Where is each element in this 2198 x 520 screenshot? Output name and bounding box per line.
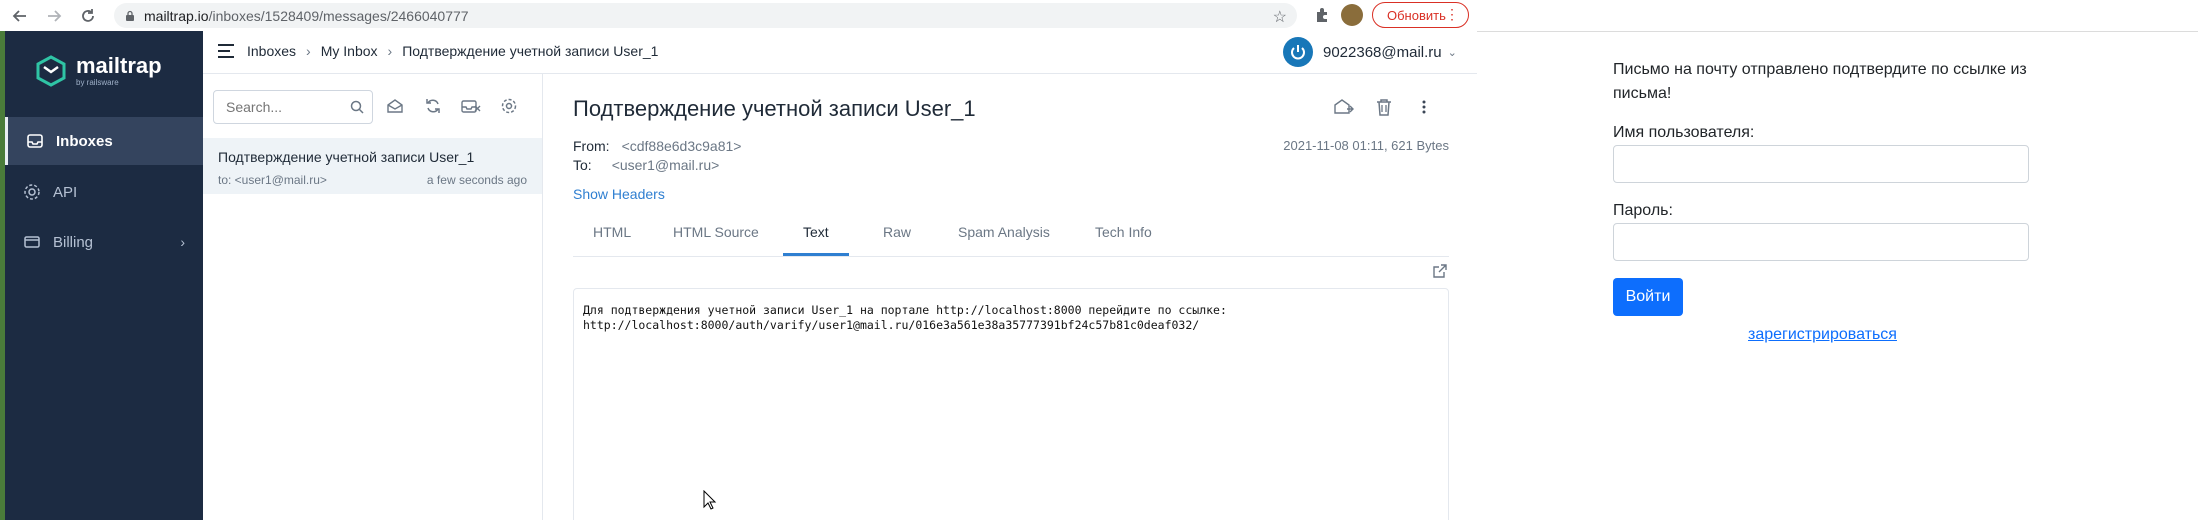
- settings-gear-icon[interactable]: [499, 96, 519, 116]
- from-value: <cdf88e6d3c9a81>: [621, 138, 742, 154]
- chevron-right-icon: ›: [180, 234, 185, 250]
- mailtrap-logo-icon: [36, 55, 66, 87]
- credit-card-icon: [23, 233, 41, 251]
- bookmark-star-icon[interactable]: ☆: [1273, 7, 1287, 27]
- sidebar-item-api[interactable]: API: [5, 168, 203, 216]
- username-field[interactable]: [1613, 145, 2029, 183]
- mouse-cursor-icon: [703, 490, 717, 510]
- message-tabs: HTML HTML Source Text Raw Spam Analysis …: [573, 214, 1449, 257]
- sidebar-item-inboxes[interactable]: Inboxes: [5, 117, 206, 165]
- account-power-icon: [1283, 37, 1313, 67]
- mark-read-icon[interactable]: [385, 96, 405, 116]
- url-path: /inboxes/1528409/messages/2466040777: [208, 7, 469, 24]
- update-browser-button[interactable]: Обновить ⋮: [1372, 2, 1469, 28]
- url-host: mailtrap.io: [144, 7, 209, 24]
- mailtrap-logo[interactable]: mailtrap by railsware: [36, 52, 162, 87]
- login-page: Письмо на почту отправлено подтвердите п…: [1477, 0, 2198, 520]
- search-input[interactable]: [224, 98, 348, 116]
- gear-icon: [23, 183, 41, 201]
- tab-tech-info[interactable]: Tech Info: [1095, 224, 1152, 240]
- refresh-icon[interactable]: [423, 96, 443, 116]
- confirmation-notice: Письмо на почту отправлено подтвердите п…: [1613, 61, 2027, 102]
- reload-icon[interactable]: [74, 2, 102, 30]
- breadcrumb-separator: ›: [387, 43, 393, 59]
- message-subject: Подтверждение учетной записи User_1: [218, 149, 475, 165]
- more-options-icon[interactable]: [1413, 96, 1435, 118]
- login-button[interactable]: Войти: [1613, 278, 1683, 316]
- search-box[interactable]: [213, 90, 373, 124]
- message-recipient: to: <user1@mail.ru>: [218, 173, 327, 187]
- address-bar[interactable]: mailtrap.io/inboxes/1528409/messages/246…: [114, 3, 1297, 28]
- open-external-icon[interactable]: [1433, 264, 1447, 278]
- from-row: From: <cdf88e6d3c9a81>: [573, 138, 741, 154]
- message-body: Для подтверждения учетной записи User_1 …: [573, 288, 1449, 520]
- message-view: Подтверждение учетной записи User_1 From…: [543, 74, 1477, 520]
- breadcrumb-separator: ›: [306, 43, 311, 59]
- tab-raw[interactable]: Raw: [883, 224, 911, 240]
- clear-inbox-icon[interactable]: [461, 96, 481, 116]
- sidebar-item-label: API: [53, 183, 78, 201]
- menu-toggle-icon[interactable]: [217, 43, 235, 59]
- divider: [1477, 31, 2198, 32]
- tab-html-source[interactable]: HTML Source: [673, 224, 759, 240]
- active-tab-indicator: [783, 253, 849, 256]
- tab-text[interactable]: Text: [803, 224, 829, 240]
- lock-icon: [126, 10, 134, 21]
- url-text: mailtrap.io/inboxes/1528409/messages/246…: [144, 8, 469, 24]
- inbox-icon: [26, 132, 44, 150]
- desktop-background-strip: [0, 31, 5, 520]
- logo-text: mailtrap: [76, 52, 162, 78]
- tab-html[interactable]: HTML: [593, 224, 631, 240]
- password-field[interactable]: [1613, 223, 2029, 261]
- breadcrumb-my-inbox[interactable]: My Inbox: [321, 43, 378, 59]
- update-label: Обновить: [1387, 7, 1446, 23]
- sidebar: [0, 31, 203, 520]
- forward-mail-icon[interactable]: [1333, 96, 1355, 118]
- sidebar-item-billing[interactable]: Billing ›: [5, 218, 203, 266]
- profile-avatar[interactable]: [1341, 4, 1363, 26]
- extensions-puzzle-icon[interactable]: [1313, 6, 1331, 24]
- forward-icon[interactable]: [40, 2, 68, 30]
- back-icon[interactable]: [6, 2, 34, 30]
- message-list-panel: Подтверждение учетной записи User_1 to: …: [203, 74, 543, 520]
- browser-toolbar: mailtrap.io/inboxes/1528409/messages/246…: [0, 0, 1477, 32]
- breadcrumb-inboxes[interactable]: Inboxes: [247, 43, 296, 59]
- user-email: 9022368@mail.ru: [1323, 43, 1442, 61]
- search-icon: [350, 100, 364, 114]
- message-body-text: Для подтверждения учетной записи User_1 …: [583, 303, 1227, 333]
- to-value: <user1@mail.ru>: [611, 157, 720, 173]
- sidebar-item-label: Billing: [53, 233, 94, 251]
- user-menu[interactable]: 9022368@mail.ru ⌄: [1283, 37, 1457, 67]
- logo-subtitle: by railsware: [76, 77, 119, 87]
- chevron-down-icon: ⌄: [1447, 46, 1457, 59]
- register-link[interactable]: зарегистрироваться: [1748, 326, 1897, 344]
- breadcrumb-message: Подтверждение учетной записи User_1: [402, 43, 659, 59]
- message-time: a few seconds ago: [426, 173, 527, 187]
- more-vert-icon: ⋮: [1445, 6, 1459, 22]
- show-headers-link[interactable]: Show Headers: [573, 186, 665, 202]
- from-label: From:: [573, 138, 610, 154]
- breadcrumb: Inboxes › My Inbox › Подтверждение учетн…: [247, 43, 658, 59]
- to-label: To:: [573, 157, 592, 173]
- mailtrap-window: mailtrap.io/inboxes/1528409/messages/246…: [0, 0, 1477, 520]
- to-row: To: <user1@mail.ru>: [573, 157, 719, 173]
- tab-spam-analysis[interactable]: Spam Analysis: [958, 224, 1050, 240]
- list-item[interactable]: Подтверждение учетной записи User_1 to: …: [203, 138, 542, 194]
- username-label: Имя пользователя:: [1613, 124, 1755, 141]
- password-label: Пароль:: [1613, 202, 1673, 219]
- body-line-1: Для подтверждения учетной записи User_1 …: [583, 303, 1227, 317]
- sidebar-item-label: Inboxes: [56, 132, 113, 150]
- body-line-2[interactable]: http://localhost:8000/auth/varify/user1@…: [583, 318, 1199, 332]
- app-header: Inboxes › My Inbox › Подтверждение учетн…: [203, 31, 1477, 74]
- trash-icon[interactable]: [1373, 96, 1395, 118]
- date-size: 2021-11-08 01:11, 621 Bytes: [1283, 138, 1449, 153]
- message-title: Подтверждение учетной записи User_1: [573, 96, 976, 121]
